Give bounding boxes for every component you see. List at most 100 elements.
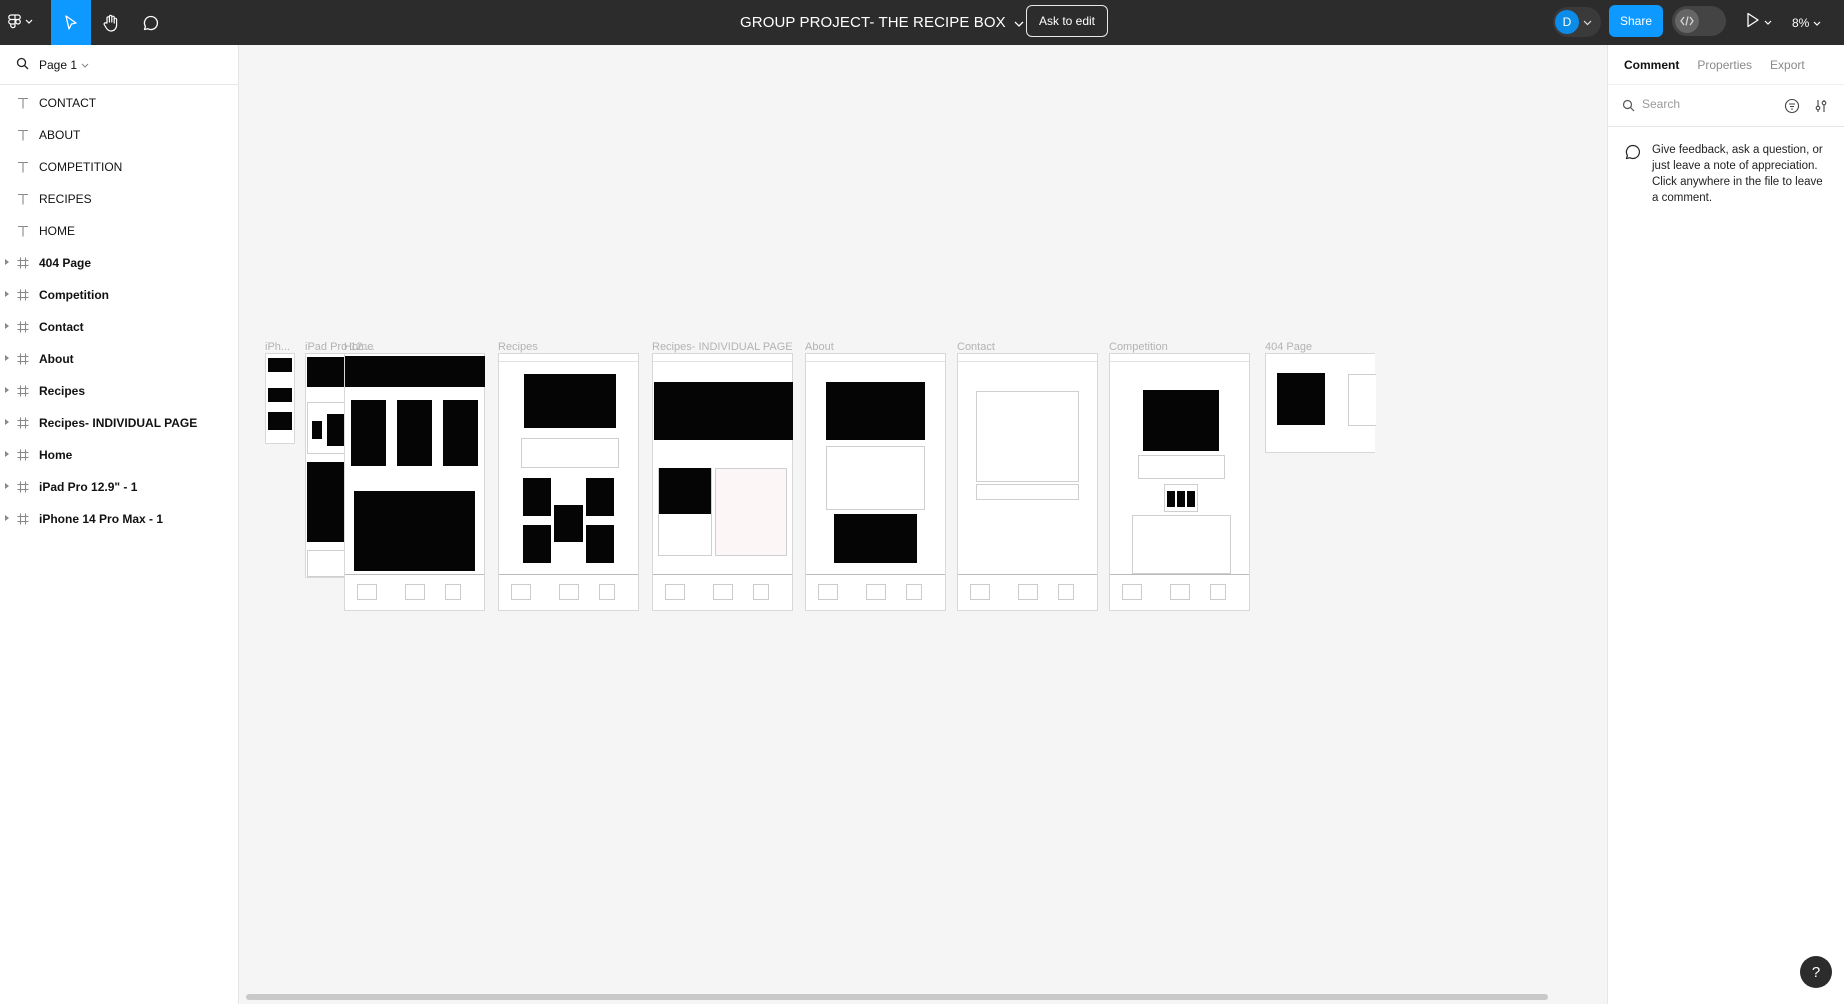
text-icon — [16, 192, 30, 206]
layer-frame-contact[interactable]: Contact — [0, 311, 238, 343]
tab-comment[interactable]: Comment — [1624, 58, 1679, 72]
move-tool-icon[interactable] — [51, 0, 91, 45]
layer-frame-recipes-individual-page[interactable]: Recipes- INDIVIDUAL PAGE — [0, 407, 238, 439]
frame-home[interactable] — [344, 353, 485, 611]
expand-caret-icon[interactable] — [5, 259, 9, 265]
frame-label-iphone[interactable]: iPh... — [265, 341, 290, 353]
expand-caret-icon[interactable] — [5, 323, 9, 329]
ask-to-edit-button[interactable]: Ask to edit — [1026, 5, 1108, 37]
tab-export[interactable]: Export — [1770, 58, 1805, 72]
entry-block — [1187, 491, 1195, 507]
help-button[interactable]: ? — [1800, 956, 1832, 988]
layer-name: COMPETITION — [39, 160, 123, 174]
expand-caret-icon[interactable] — [5, 451, 9, 457]
frame-recipes-individual[interactable] — [652, 353, 793, 611]
cards-block — [268, 388, 292, 402]
frame-about[interactable] — [805, 353, 946, 611]
card-block — [443, 400, 478, 466]
expand-caret-icon[interactable] — [5, 387, 9, 393]
layer-list: CONTACT ABOUT COMPETITION RECIPES HOME 4… — [0, 85, 238, 535]
entry-block — [1167, 491, 1175, 507]
panel-tabs: Comment Properties Export — [1608, 45, 1844, 85]
search-icon — [1622, 99, 1635, 115]
text-icon — [16, 128, 30, 142]
text-icon — [16, 96, 30, 110]
layer-text-home[interactable]: HOME — [0, 215, 238, 247]
hero-block — [268, 358, 292, 372]
share-button[interactable]: Share — [1609, 5, 1663, 37]
nav-section — [499, 354, 638, 362]
layer-name: Contact — [39, 320, 84, 334]
horizontal-scrollbar[interactable] — [246, 994, 1548, 1000]
frame-competition[interactable] — [1109, 353, 1250, 611]
file-title-menu[interactable]: GROUP PROJECT- THE RECIPE BOX — [740, 0, 1024, 45]
expand-caret-icon[interactable] — [5, 515, 9, 521]
layer-name: About — [39, 352, 74, 366]
banner-block — [354, 491, 475, 571]
layer-text-about[interactable]: ABOUT — [0, 119, 238, 151]
layer-text-recipes[interactable]: RECIPES — [0, 183, 238, 215]
search-icon[interactable] — [16, 57, 29, 73]
frame-404-page[interactable] — [1265, 353, 1376, 453]
text-section — [1138, 455, 1225, 479]
expand-caret-icon[interactable] — [5, 419, 9, 425]
frame-label-404-page[interactable]: 404 Page — [1265, 341, 1312, 353]
layer-frame-iphone-14-pro-max[interactable]: iPhone 14 Pro Max - 1 — [0, 503, 238, 535]
hand-tool-icon[interactable] — [91, 0, 131, 45]
comment-search-input[interactable] — [1642, 97, 1782, 111]
frame-label-competition[interactable]: Competition — [1109, 341, 1168, 353]
layer-name: Home — [39, 448, 73, 462]
layer-name: Recipes- INDIVIDUAL PAGE — [39, 416, 198, 430]
layers-panel: Page 1 CONTACT ABOUT COMPETITION RECIPES… — [0, 45, 239, 1004]
filter-icon[interactable] — [1784, 98, 1800, 117]
figma-menu-icon[interactable] — [8, 10, 42, 34]
image-block — [659, 468, 711, 514]
top-toolbar: GROUP PROJECT- THE RECIPE BOX Ask to edi… — [0, 0, 1844, 45]
layer-text-contact[interactable]: CONTACT — [0, 87, 238, 119]
layer-name: 404 Page — [39, 256, 92, 270]
expand-caret-icon[interactable] — [5, 291, 9, 297]
zoom-menu[interactable]: 8% — [1792, 0, 1821, 45]
layer-frame-about[interactable]: About — [0, 343, 238, 375]
layer-frame-ipad-pro[interactable]: iPad Pro 12.9" - 1 — [0, 471, 238, 503]
design-canvas[interactable]: iPh... iPad Pro 12.... Home Recipes Reci… — [240, 45, 1606, 1004]
frame-label-recipes-individual[interactable]: Recipes- INDIVIDUAL PAGE — [652, 341, 793, 353]
frame-label-home[interactable]: Home — [344, 341, 373, 353]
layer-text-competition[interactable]: COMPETITION — [0, 151, 238, 183]
frame-icon — [16, 288, 30, 302]
frame-label-contact[interactable]: Contact — [957, 341, 995, 353]
layer-frame-404-page[interactable]: 404 Page — [0, 247, 238, 279]
dev-mode-toggle[interactable] — [1672, 6, 1726, 36]
footer-section — [806, 574, 945, 610]
multiplayer-avatar-menu[interactable]: D — [1553, 7, 1601, 37]
page-selector-row: Page 1 — [0, 45, 238, 85]
footer-section — [958, 574, 1097, 610]
tab-properties[interactable]: Properties — [1697, 58, 1752, 72]
method-section — [715, 468, 787, 556]
comment-tool-icon[interactable] — [131, 0, 171, 45]
play-icon — [1746, 12, 1760, 33]
page-selector[interactable]: Page 1 — [39, 58, 89, 72]
frame-label-recipes[interactable]: Recipes — [498, 341, 538, 353]
layer-frame-competition[interactable]: Competition — [0, 279, 238, 311]
hero-block — [654, 382, 793, 440]
hero-block — [524, 374, 616, 428]
settings-sliders-icon[interactable] — [1813, 98, 1829, 117]
comment-search-row — [1608, 85, 1844, 127]
frame-recipes[interactable] — [498, 353, 639, 611]
layer-frame-home[interactable]: Home — [0, 439, 238, 471]
comment-empty-hint: Give feedback, ask a question, or just l… — [1652, 144, 1823, 204]
expand-caret-icon[interactable] — [5, 355, 9, 361]
frame-contact[interactable] — [957, 353, 1098, 611]
layer-frame-recipes[interactable]: Recipes — [0, 375, 238, 407]
expand-caret-icon[interactable] — [5, 483, 9, 489]
nav-section — [1110, 354, 1249, 362]
chevron-down-icon — [1583, 13, 1592, 31]
present-button[interactable] — [1746, 10, 1780, 34]
card-block — [397, 400, 432, 466]
frame-label-about[interactable]: About — [805, 341, 834, 353]
chevron-down-icon — [1764, 13, 1772, 31]
card-block — [523, 525, 551, 563]
frame-iphone[interactable] — [265, 353, 295, 444]
footer-section — [1110, 574, 1249, 610]
